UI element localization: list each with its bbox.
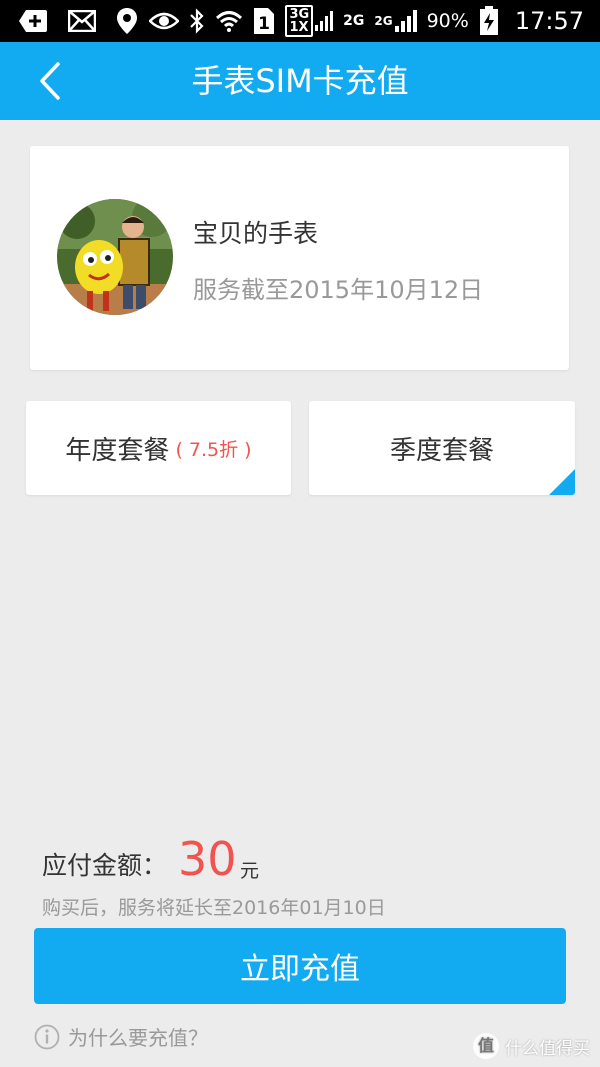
plan-annual-discount: ( 7.5折 ) <box>175 438 252 461</box>
plan-quarterly-option[interactable]: 季度套餐 <box>309 401 575 495</box>
sim-slot-icon: 1 <box>253 7 275 35</box>
eye-icon <box>149 11 180 31</box>
bluetooth-icon <box>189 8 205 34</box>
why-recharge-label: 为什么要充值？ <box>68 1026 208 1050</box>
watermark: 值 什么值得买 <box>473 1033 590 1059</box>
watch-profile-card: 宝贝的手表 服务截至2015年10月12日 <box>30 146 569 370</box>
signal-3g-icon: 3G 1X <box>285 5 334 37</box>
avatar <box>57 199 173 315</box>
clock: 17:57 <box>514 7 584 35</box>
info-icon <box>34 1024 60 1049</box>
amount-unit: 元 <box>240 860 260 882</box>
watch-name: 宝贝的手表 <box>193 219 319 248</box>
recharge-now-button[interactable]: 立即充值 <box>34 928 566 1004</box>
mail-icon <box>68 10 96 32</box>
selected-corner-icon <box>549 469 575 495</box>
extension-note: 购买后，服务将延长至2016年01月10日 <box>42 897 386 919</box>
status-bar-right: 1 3G 1X 2G 2G 90% 17:57 <box>149 5 584 37</box>
signal-2g-icon: 2G <box>374 10 417 32</box>
battery-percent: 90% <box>426 10 469 32</box>
location-icon <box>116 7 138 35</box>
status-bar: 1 3G 1X 2G 2G 90% 17:57 <box>0 0 600 42</box>
back-button[interactable] <box>34 60 74 102</box>
wifi-icon <box>215 10 243 32</box>
battery-charging-icon <box>479 6 499 36</box>
service-expiry: 服务截至2015年10月12日 <box>193 276 484 304</box>
watermark-text: 什么值得买 <box>505 1038 590 1059</box>
plan-annual-option[interactable]: 年度套餐 ( 7.5折 ) <box>26 401 291 495</box>
page-title: 手表SIM卡充值 <box>191 62 409 100</box>
chevron-left-icon <box>40 62 60 100</box>
plan-quarterly-label: 季度套餐 <box>389 435 494 466</box>
why-recharge-link[interactable]: 为什么要充值？ <box>34 1022 208 1051</box>
watermark-logo-icon: 值 <box>473 1033 499 1059</box>
app-bar: 手表SIM卡充值 <box>0 42 600 120</box>
network-2g-icon: 2G <box>343 13 365 29</box>
svg-text:1: 1 <box>259 14 271 34</box>
status-bar-left <box>18 6 138 36</box>
add-notification-icon <box>18 8 48 34</box>
plan-annual-label: 年度套餐 <box>65 435 170 466</box>
amount-value: 30 <box>178 832 237 886</box>
amount-label: 应付金额： <box>42 851 168 880</box>
